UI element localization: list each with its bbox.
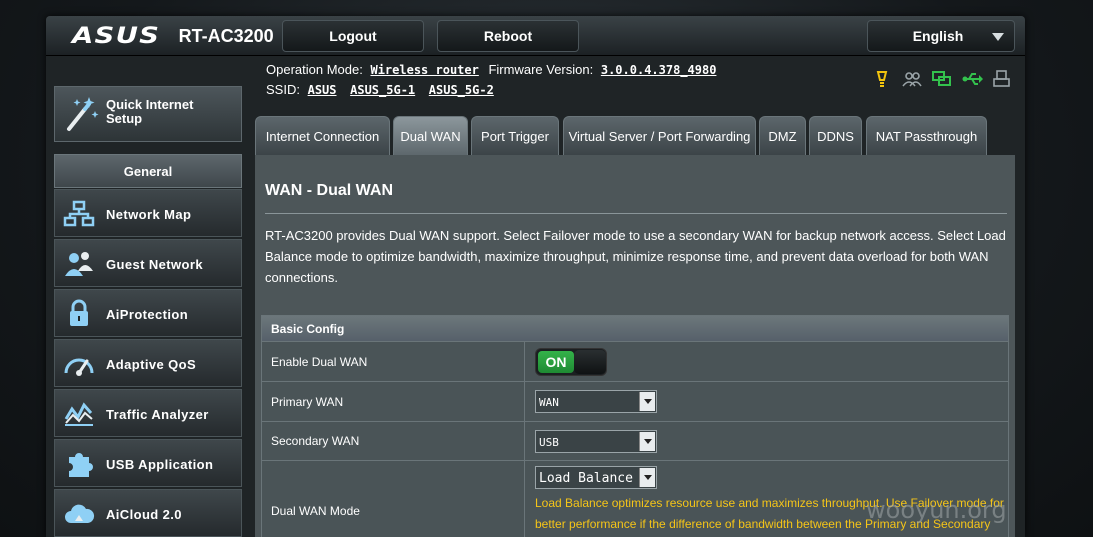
firmware-label: Firmware Version: [488, 62, 594, 77]
table-row: Enable Dual WAN ON [261, 342, 1009, 382]
sidebar-item-label: AiProtection [106, 307, 189, 322]
sidebar-item-aicloud[interactable]: AiCloud 2.0 [54, 489, 242, 537]
asus-logo: ASUS [72, 23, 161, 49]
tab-dual-wan[interactable]: Dual WAN [393, 116, 468, 156]
dual-wan-mode-label: Dual WAN Mode [262, 461, 525, 537]
secondary-wan-label: Secondary WAN [262, 422, 525, 460]
toggle-knob [574, 349, 606, 374]
operation-mode-label: Operation Mode: [266, 62, 363, 77]
guest-network-icon [63, 249, 95, 279]
internet-status-icon[interactable] [872, 70, 892, 88]
enable-dual-wan-label: Enable Dual WAN [262, 342, 525, 381]
section-header: Basic Config [261, 315, 1009, 342]
info-bar: Operation Mode: Wireless router Firmware… [266, 60, 722, 100]
sidebar-item-guest-network[interactable]: Guest Network [54, 239, 242, 287]
page-title: WAN - Dual WAN [265, 182, 393, 199]
watermark: wooyun.org [866, 496, 1007, 524]
chevron-down-icon [992, 33, 1004, 41]
quick-setup-label: Quick Internet Setup [106, 97, 194, 126]
status-icons [872, 70, 1012, 88]
primary-wan-value: WAN [539, 396, 559, 409]
secondary-wan-select[interactable]: USB [535, 429, 657, 453]
quick-internet-setup-button[interactable]: Quick Internet Setup [54, 86, 242, 142]
sidebar-item-label: Network Map [106, 207, 192, 222]
ssid-link[interactable]: ASUS_5G-2 [429, 83, 494, 97]
secondary-wan-value: USB [539, 435, 559, 449]
page-description: RT-AC3200 provides Dual WAN support. Sel… [265, 228, 1006, 285]
ssid-label: SSID: [266, 82, 300, 97]
enable-dual-wan-toggle[interactable]: ON [535, 347, 607, 376]
toggle-on-label: ON [538, 350, 574, 373]
chevron-down-icon [639, 431, 655, 451]
sidebar-item-label: AiCloud 2.0 [106, 507, 182, 522]
operation-mode-link[interactable]: Wireless router [370, 63, 478, 77]
primary-wan-cell: WAN [525, 382, 1008, 421]
dual-wan-mode-value: Load Balance [539, 471, 633, 486]
sidebar-section-general: General [54, 154, 242, 188]
content-panel: WAN - Dual WAN RT-AC3200 provides Dual W… [255, 155, 1015, 537]
sidebar-item-label: Adaptive QoS [106, 357, 197, 372]
tab-nat-passthrough[interactable]: NAT Passthrough [866, 116, 987, 156]
logout-button[interactable]: Logout [282, 20, 424, 52]
primary-wan-select[interactable]: WAN [535, 390, 657, 413]
clients-icon[interactable] [902, 70, 922, 88]
sidebar-item-traffic-analyzer[interactable]: Traffic Analyzer [54, 389, 242, 437]
sidebar-item-label: Guest Network [106, 257, 203, 272]
table-row: Secondary WAN USB [261, 422, 1009, 461]
usb-icon[interactable] [962, 70, 983, 88]
sidebar-item-label: Traffic Analyzer [106, 407, 209, 422]
ssid-link[interactable]: ASUS [308, 83, 337, 97]
language-value: English [912, 28, 964, 44]
reboot-button[interactable]: Reboot [437, 20, 579, 52]
top-bar: ASUS RT-AC3200 Logout Reboot English [46, 16, 1025, 56]
tab-dmz[interactable]: DMZ [759, 116, 806, 156]
sidebar-item-label: USB Application [106, 457, 214, 472]
primary-wan-label: Primary WAN [262, 382, 525, 421]
chevron-down-icon [639, 392, 655, 411]
printer-icon[interactable] [992, 70, 1012, 88]
sidebar-item-network-map[interactable]: Network Map [54, 189, 242, 237]
router-model: RT-AC3200 [178, 25, 274, 46]
tab-port-trigger[interactable]: Port Trigger [471, 116, 559, 156]
chevron-down-icon [639, 468, 655, 487]
sidebar-item-aiprotection[interactable]: AiProtection [54, 289, 242, 337]
language-select[interactable]: English [867, 20, 1015, 52]
network-link-icon[interactable] [932, 70, 952, 88]
tab-ddns[interactable]: DDNS [809, 116, 862, 156]
cloud-icon [63, 499, 95, 529]
brand: ASUS RT-AC3200 [72, 23, 274, 49]
puzzle-icon [63, 449, 95, 479]
tab-virtual-server[interactable]: Virtual Server / Port Forwarding [563, 116, 756, 156]
ssid-link[interactable]: ASUS_5G-1 [350, 83, 415, 97]
traffic-chart-icon [63, 399, 95, 429]
sidebar-item-adaptive-qos[interactable]: Adaptive QoS [54, 339, 242, 387]
divider [265, 213, 1007, 214]
enable-dual-wan-cell: ON [525, 342, 1008, 381]
network-map-icon [63, 199, 95, 229]
gauge-icon [63, 349, 95, 379]
secondary-wan-cell: USB [525, 422, 1008, 460]
dual-wan-mode-select[interactable]: Load Balance [535, 466, 657, 489]
magic-wand-icon [65, 95, 99, 133]
router-admin-window: ASUS RT-AC3200 Logout Reboot English Ope… [46, 16, 1025, 537]
firmware-link[interactable]: 3.0.0.4.378_4980 [601, 63, 717, 77]
tab-internet-connection[interactable]: Internet Connection [255, 116, 390, 156]
lock-icon [63, 299, 95, 329]
sidebar-item-usb-application[interactable]: USB Application [54, 439, 242, 487]
table-row: Primary WAN WAN [261, 382, 1009, 422]
